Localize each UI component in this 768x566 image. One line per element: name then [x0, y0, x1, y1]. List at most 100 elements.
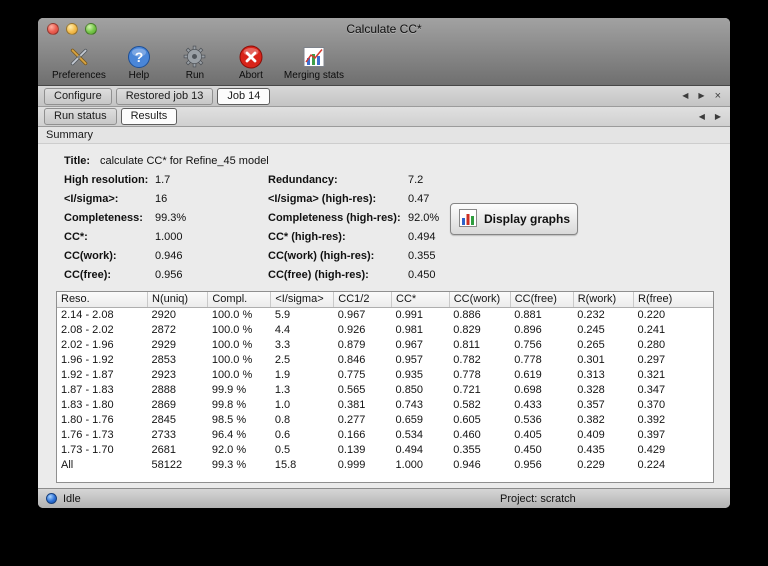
table-cell: 0.347	[637, 384, 666, 396]
status-bar: Idle Project: scratch	[38, 488, 730, 508]
toolbar-button-abort[interactable]: Abort	[228, 43, 274, 81]
display-graphs-button[interactable]: Display graphs	[450, 203, 578, 235]
tab-close-icon[interactable]: ×	[712, 89, 724, 103]
summary-label: <I/sigma> (high-res):	[268, 192, 377, 205]
table-cell: 58122	[151, 459, 183, 471]
table-cell: 1.96 - 1.92	[61, 354, 114, 366]
table-row[interactable]: 1.76 - 1.73 2733 96.4 % 0.6 0.166 0.534 0.460 0…	[57, 428, 713, 443]
toolbar-button-merging-stats[interactable]: Merging stats	[284, 43, 344, 81]
table-cell: 0.381	[337, 399, 366, 411]
table-cell: 0.778	[514, 354, 542, 366]
table-cell: 0.166	[337, 429, 366, 441]
column-header[interactable]: <I/sigma>	[270, 292, 335, 308]
table-cell: 1.87 - 1.83	[61, 384, 114, 396]
close-button[interactable]	[47, 23, 59, 35]
tab-results[interactable]: Results	[120, 108, 178, 125]
table-cell: 99.8 %	[211, 399, 247, 411]
table-row[interactable]: 2.14 - 2.08 2920 100.0 % 5.9 0.967 0.991 0.886…	[57, 308, 713, 324]
table-cell: 0.224	[637, 459, 666, 471]
table-cell: 2929	[151, 339, 176, 351]
tab-scroll-right-icon[interactable]: ▶	[712, 110, 724, 124]
summary-label: Completeness (high-res):	[268, 211, 401, 224]
tab-job-14[interactable]: Job 14	[217, 87, 271, 105]
column-header[interactable]: CC(work)	[449, 292, 511, 308]
table-row[interactable]: 2.02 - 1.96 2929 100.0 % 3.3 0.879 0.967 0.811…	[57, 338, 713, 353]
minimize-button[interactable]	[66, 23, 78, 35]
table-cell: 99.3 %	[211, 459, 247, 471]
table-cell: 0.935	[395, 369, 424, 381]
tab-scroll-right-icon[interactable]: ▶	[695, 89, 707, 103]
zoom-button[interactable]	[85, 23, 97, 35]
table-cell: 1.9	[274, 369, 291, 381]
table-cell: 0.460	[453, 429, 481, 441]
table-cell: 0.494	[395, 444, 424, 456]
summary-label: CC*:	[64, 230, 88, 243]
table-cell: 0.382	[577, 414, 605, 426]
table-cell: 0.565	[337, 384, 366, 396]
toolbar-button-run[interactable]: Run	[172, 43, 218, 81]
table-cell: 0.896	[514, 324, 542, 336]
table-cell: 0.450	[514, 444, 542, 456]
column-header[interactable]: CC1/2	[333, 292, 393, 308]
status-led-icon	[46, 493, 57, 504]
table-cell: 0.846	[337, 354, 366, 366]
summary-value: 0.450	[408, 268, 436, 281]
summary-value: 0.946	[155, 249, 183, 262]
table-cell: 0.232	[577, 309, 605, 321]
table-cell: 2.02 - 1.96	[61, 339, 114, 351]
table-cell: 0.879	[337, 339, 366, 351]
table-cell: 0.743	[395, 399, 424, 411]
table-cell: 0.956	[514, 459, 542, 471]
table-row[interactable]: 1.83 - 1.80 2869 99.8 % 1.0 0.381 0.743 0.582 0…	[57, 398, 713, 413]
column-header[interactable]: Reso.	[57, 292, 149, 308]
tab-run-status[interactable]: Run status	[44, 108, 117, 125]
table-cell: 0.280	[637, 339, 666, 351]
tab-configure[interactable]: Configure	[44, 87, 112, 105]
tab-scroll-left-icon[interactable]: ◀	[679, 89, 691, 103]
table-row[interactable]: 1.87 - 1.83 2888 99.9 % 1.3 0.565 0.850 0.721 0…	[57, 383, 713, 398]
titlebar[interactable]: Calculate CC*	[38, 18, 730, 40]
table-cell: 0.301	[577, 354, 605, 366]
column-header[interactable]: CC*	[391, 292, 450, 308]
table-row[interactable]: 1.92 - 1.87 2923 100.0 % 1.9 0.775 0.935 0.778…	[57, 368, 713, 383]
summary-row: CC(work): 0.946 CC(work) (high-res): 0.355	[64, 246, 714, 265]
table-cell: 0.811	[453, 339, 480, 351]
summary-row: High resolution: 1.7 Redundancy: 7.2	[64, 170, 714, 189]
summary-block: Title: calculate CC* for Refine_45 model…	[64, 151, 714, 284]
column-header[interactable]: CC(free)	[510, 292, 574, 308]
results-table-container[interactable]: Reso. N(uniq) Compl. <I/sigma> CC1/2 CC* CC(wo…	[56, 291, 714, 483]
toolbar-button-help[interactable]: ? Help	[116, 43, 162, 81]
table-row[interactable]: 1.73 - 1.70 2681 92.0 % 0.5 0.139 0.494 0.355 0…	[57, 443, 713, 458]
table-cell: 0.756	[514, 339, 542, 351]
summary-row: CC*: 1.000 CC* (high-res): 0.494	[64, 227, 714, 246]
summary-label: CC(free) (high-res):	[268, 268, 369, 281]
table-row[interactable]: 1.96 - 1.92 2853 100.0 % 2.5 0.846 0.957 0.782…	[57, 353, 713, 368]
tab-restored-job-13[interactable]: Restored job 13	[115, 87, 214, 105]
table-cell: 0.277	[337, 414, 366, 426]
summary-value: 0.355	[408, 249, 436, 262]
column-header[interactable]: N(uniq)	[147, 292, 209, 308]
table-cell: 0.946	[453, 459, 481, 471]
tab-scroll-left-icon[interactable]: ◀	[696, 110, 708, 124]
summary-row: <I/sigma>: 16 <I/sigma> (high-res): 0.47	[64, 189, 714, 208]
table-cell: 4.4	[274, 324, 291, 336]
table-row[interactable]: 2.08 - 2.02 2872 100.0 % 4.4 0.926 0.981 0.829…	[57, 323, 713, 338]
column-header[interactable]: Compl.	[207, 292, 272, 308]
column-header[interactable]: R(free)	[633, 292, 713, 308]
table-cell: 0.775	[337, 369, 366, 381]
summary-label: CC* (high-res):	[268, 230, 346, 243]
window-title: Calculate CC*	[346, 22, 422, 36]
summary-label: <I/sigma>:	[64, 192, 119, 205]
table-row[interactable]: 1.80 - 1.76 2845 98.5 % 0.8 0.277 0.659 0.605 0…	[57, 413, 713, 428]
project-label: Project: scratch	[500, 492, 576, 505]
table-cell: 0.605	[453, 414, 481, 426]
table-cell: 1.92 - 1.87	[61, 369, 114, 381]
toolbar-label: Abort	[238, 70, 263, 81]
table-cell: 2853	[151, 354, 176, 366]
table-row[interactable]: All 58122 99.3 % 15.8 0.999 1.000 0.946 0.956 0.…	[57, 458, 713, 473]
table-cell: 0.981	[395, 324, 424, 336]
table-cell: 2845	[151, 414, 176, 426]
column-header[interactable]: R(work)	[573, 292, 635, 308]
table-cell: 96.4 %	[211, 429, 247, 441]
toolbar-button-preferences[interactable]: Preferences	[52, 43, 106, 81]
